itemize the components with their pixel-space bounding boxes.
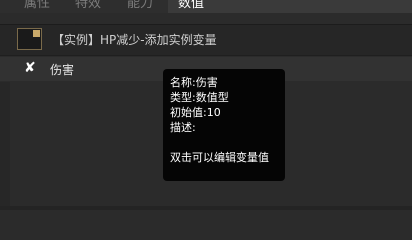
variable-tooltip: 名称:伤害 类型:数值型 初始值:10 描述: 双击可以编辑变量值 (163, 69, 285, 181)
tab-attributes[interactable]: 属性 (24, 0, 50, 13)
tooltip-description: 描述: (170, 121, 196, 134)
variable-name: 伤害 (50, 63, 75, 77)
tooltip-hint: 双击可以编辑变量值 (170, 151, 269, 164)
tooltip-initial-value: 初始值:10 (170, 106, 221, 119)
tooltip-type: 类型:数值型 (170, 91, 229, 104)
icon-corner-accent (33, 30, 40, 37)
instance-title: 【实例】HP减少-添加实例变量 (52, 33, 217, 47)
panel-bottom-edge (0, 206, 412, 210)
instance-header[interactable]: 【实例】HP减少-添加实例变量 (0, 24, 412, 56)
panel-left-edge (0, 82, 10, 206)
tab-values[interactable]: 数值 (178, 0, 204, 13)
variable-x-icon: ✘ (24, 60, 36, 76)
instance-image-icon (17, 28, 42, 50)
tab-bar: 属性 特效 能力 数值 (0, 0, 412, 13)
tab-active-background (168, 0, 412, 13)
tooltip-name: 名称:伤害 (170, 76, 218, 89)
tab-abilities[interactable]: 能力 (127, 0, 153, 13)
tab-effects[interactable]: 特效 (75, 0, 101, 13)
